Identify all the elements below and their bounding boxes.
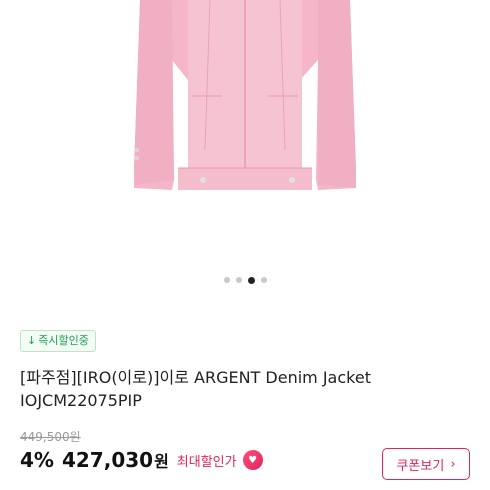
- carousel-dot[interactable]: [223, 277, 230, 283]
- jacket-image: [134, 0, 356, 190]
- product-title: [파주점][IRO(이로)]이로 ARGENT Denim Jacket IOJ…: [20, 368, 371, 410]
- sale-price: 427,030: [61, 448, 154, 472]
- instant-discount-badge: ↓ 즉시할인중: [20, 330, 96, 352]
- currency-unit: 원: [154, 452, 169, 471]
- carousel-indicator[interactable]: [0, 276, 490, 284]
- badge-label: 즉시할인중: [38, 334, 89, 347]
- carousel-dot-active[interactable]: [247, 276, 255, 284]
- price-row: 4% 427,030 원 최대할인가 ♥: [20, 448, 263, 472]
- carousel-dot[interactable]: [260, 277, 267, 283]
- down-arrow-icon: ↓: [27, 334, 37, 347]
- coupon-button[interactable]: 쿠폰보기 ›: [382, 448, 470, 480]
- discount-percent: 4%: [20, 448, 54, 472]
- carousel-dot[interactable]: [235, 277, 242, 283]
- max-discount-label: 최대할인가: [176, 454, 237, 470]
- heart-icon[interactable]: ♥: [242, 450, 263, 470]
- product-image[interactable]: [0, 0, 490, 300]
- original-price: 449,500원: [20, 430, 81, 444]
- chevron-right-icon: ›: [450, 456, 456, 472]
- coupon-button-label: 쿠폰보기: [396, 458, 445, 474]
